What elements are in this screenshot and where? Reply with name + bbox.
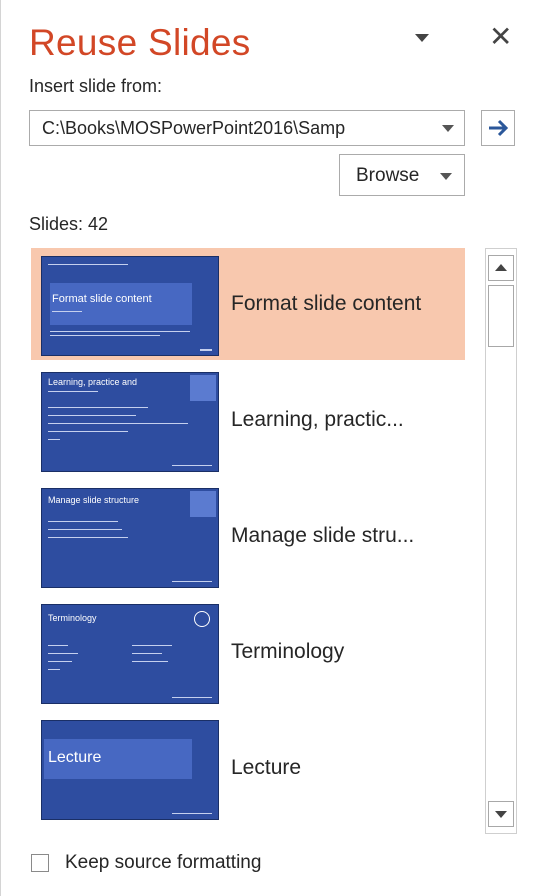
reuse-slides-pane: Reuse Slides ✕ Insert slide from: C:\Boo… [0,0,534,896]
thumb-title: Lecture [48,749,102,766]
thumb-title: Terminology [48,613,97,623]
slide-item-lecture[interactable]: Lecture Lecture [31,712,465,824]
go-button[interactable] [481,110,515,146]
slide-title: Lecture [231,756,302,779]
slide-item-learning-practice[interactable]: Learning, practice and Learning, practic… [31,364,465,476]
slides-scrollbar[interactable] [485,248,517,834]
chevron-down-icon[interactable] [442,125,454,132]
source-path-value: C:\Books\MOSPowerPoint2016\Samp [42,118,346,138]
keep-source-formatting-label[interactable]: Keep source formatting [65,852,261,874]
arrow-right-icon [489,119,509,137]
slide-item-manage-slide-structure[interactable]: Manage slide structure Manage slide stru… [31,480,465,592]
thumb-title: Format slide content [52,293,152,305]
chevron-down-icon [440,173,452,180]
slide-title: Learning, practic... [231,408,404,431]
browse-button[interactable]: Browse [339,154,465,196]
thumb-title: Manage slide structure [48,495,140,505]
pane-title: Reuse Slides [29,22,251,63]
slide-thumbnail: Terminology [41,604,219,704]
slide-title: Manage slide stru... [231,524,415,547]
slide-thumbnail: Learning, practice and [41,372,219,472]
slides-count: Slides: 42 [29,214,109,234]
slide-thumbnail: Manage slide structure [41,488,219,588]
scroll-down-arrow-icon[interactable] [488,801,514,827]
scrollbar-thumb[interactable] [488,285,514,347]
info-icon [194,611,210,627]
slide-item-format-slide-content[interactable]: Format slide content Format slide conten… [31,248,465,360]
slides-list: Format slide content Format slide conten… [31,248,465,834]
slide-item-terminology[interactable]: Terminology Terminology [31,596,465,708]
insert-from-label: Insert slide from: [29,76,163,96]
close-icon[interactable]: ✕ [489,22,512,52]
keep-source-formatting-checkbox[interactable] [31,854,49,872]
slide-thumbnail: Lecture [41,720,219,820]
thumb-title: Learning, practice and [48,377,138,387]
slide-title: Format slide content [231,292,422,315]
source-path-combobox[interactable]: C:\Books\MOSPowerPoint2016\Samp [29,110,465,146]
scroll-up-arrow-icon[interactable] [488,255,514,281]
pane-options-chevron-down-icon[interactable] [411,30,433,46]
browse-label: Browse [356,165,420,186]
slide-title: Terminology [231,640,345,663]
slide-thumbnail: Format slide content [41,256,219,356]
